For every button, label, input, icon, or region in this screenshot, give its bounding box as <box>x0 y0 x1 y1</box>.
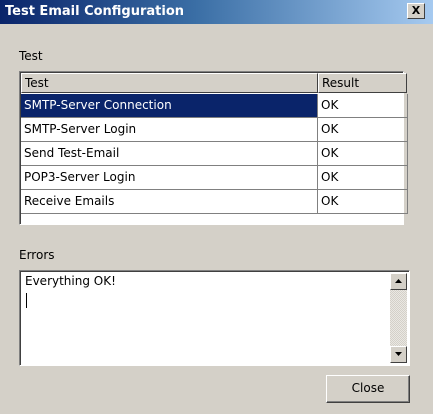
triangle-up-icon <box>395 279 402 283</box>
column-header-result[interactable]: Result <box>318 73 407 93</box>
title-close-button[interactable]: X <box>407 3 425 19</box>
text-caret <box>26 293 27 308</box>
table-row[interactable]: SMTP-Server Login OK <box>21 118 408 142</box>
result-cell: OK <box>318 94 408 118</box>
table-row[interactable]: Receive Emails OK <box>21 190 408 214</box>
errors-textarea[interactable]: Everything OK! <box>19 270 410 366</box>
result-cell: OK <box>318 142 408 166</box>
triangle-down-icon <box>395 352 402 356</box>
close-button[interactable]: Close <box>326 375 410 403</box>
window-title: Test Email Configuration <box>5 4 185 19</box>
errors-scrollbar[interactable] <box>390 273 407 363</box>
test-name-cell: SMTP-Server Login <box>21 118 318 142</box>
test-name-cell: SMTP-Server Connection <box>21 94 318 118</box>
table-row[interactable]: SMTP-Server Connection OK <box>21 94 408 118</box>
title-bar[interactable]: Test Email Configuration X <box>0 0 433 24</box>
scroll-up-button[interactable] <box>390 273 407 290</box>
scroll-down-button[interactable] <box>390 346 407 363</box>
test-name-cell: Receive Emails <box>21 190 318 214</box>
errors-text: Everything OK! <box>25 274 116 288</box>
errors-section-label: Errors <box>19 248 55 262</box>
table-row[interactable]: POP3-Server Login OK <box>21 166 408 190</box>
result-cell: OK <box>318 166 408 190</box>
dialog-window: Test Email Configuration X Test Test Res… <box>0 0 433 414</box>
test-name-cell: Send Test-Email <box>21 142 318 166</box>
column-header-test[interactable]: Test <box>21 73 318 93</box>
result-cell: OK <box>318 118 408 142</box>
test-section-label: Test <box>19 49 43 63</box>
test-name-cell: POP3-Server Login <box>21 166 318 190</box>
close-icon: X <box>411 4 421 17</box>
table-row[interactable]: Send Test-Email OK <box>21 142 408 166</box>
result-cell: OK <box>318 190 408 214</box>
test-results-table[interactable]: Test Result SMTP-Server Connection OK SM… <box>19 71 408 225</box>
